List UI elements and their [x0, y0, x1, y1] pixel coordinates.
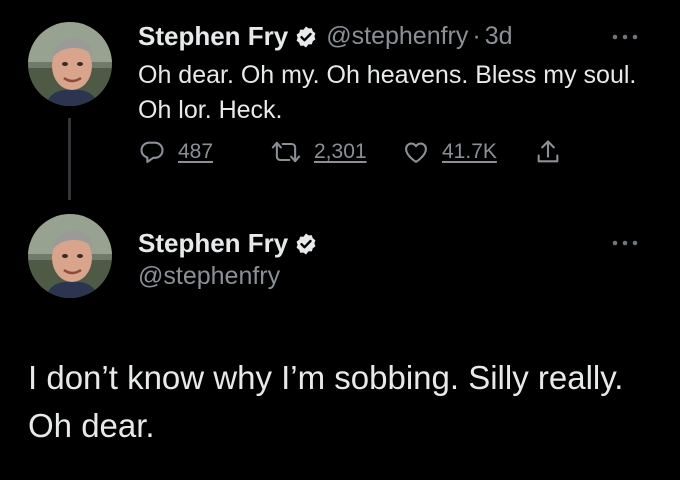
like-button[interactable]: 41.7K — [402, 138, 497, 166]
more-icon[interactable] — [610, 30, 640, 44]
tweet1-text: Oh dear. Oh my. Oh heavens. Bless my sou… — [138, 61, 637, 124]
tweet2-text: I don’t know why I’m sobbing. Silly real… — [28, 359, 624, 444]
tweet1-header: Stephen Fry @stephenfry · 3d — [138, 21, 513, 52]
like-count: 41.7K — [442, 140, 497, 163]
tweet1-separator: · — [472, 22, 481, 50]
tweet2-avatar[interactable] — [28, 214, 112, 298]
tweet1-handle[interactable]: @stephenfry — [326, 22, 468, 51]
verified-badge-icon — [294, 25, 318, 49]
retweet-count: 2,301 — [314, 140, 367, 163]
reply-icon — [138, 138, 166, 166]
tweet2-display-name[interactable]: Stephen Fry — [138, 228, 288, 259]
tweet1-timestamp[interactable]: 3d — [485, 22, 513, 51]
retweet-icon — [270, 138, 302, 166]
tweet2-header: Stephen Fry — [138, 228, 318, 259]
thread-connector-line — [68, 118, 71, 200]
tweet2-handle[interactable]: @stephenfry — [138, 262, 280, 291]
verified-badge-icon — [294, 232, 318, 256]
tweet1-avatar[interactable] — [28, 22, 112, 106]
tweet1-display-name[interactable]: Stephen Fry — [138, 21, 288, 52]
more-icon[interactable] — [610, 236, 640, 250]
like-icon — [402, 138, 430, 166]
retweet-button[interactable]: 2,301 — [270, 138, 367, 166]
share-icon — [534, 138, 562, 166]
share-button[interactable] — [534, 138, 562, 166]
reply-button[interactable]: 487 — [138, 138, 213, 166]
reply-count: 487 — [178, 140, 214, 163]
